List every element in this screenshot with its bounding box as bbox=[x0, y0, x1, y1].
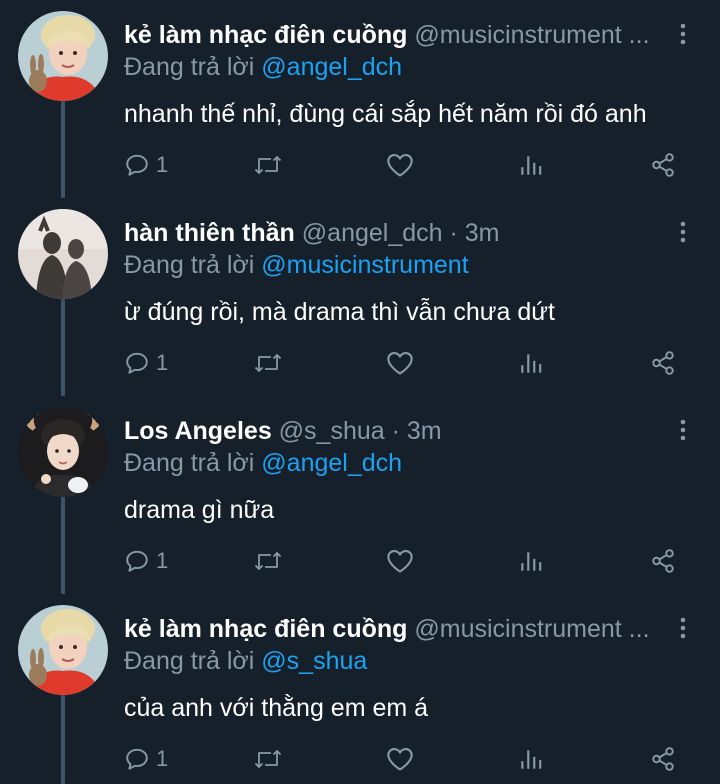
heart-icon bbox=[387, 352, 413, 375]
replying-to: Đang trả lời @angel_dch bbox=[124, 446, 402, 480]
more-options-button[interactable] bbox=[672, 20, 694, 48]
separator-dot: · bbox=[384, 417, 407, 445]
analytics-bars-icon bbox=[521, 750, 542, 769]
reply-count: 1 bbox=[156, 152, 169, 177]
more-vertical-icon bbox=[680, 617, 686, 639]
display-name[interactable]: Los Angeles bbox=[124, 417, 272, 445]
tweet-text: nhanh thế nhỉ, đùng cái sắp hết năm rồi … bbox=[124, 100, 647, 128]
timestamp[interactable]: 3m bbox=[407, 417, 442, 445]
replying-to: Đang trả lời @angel_dch bbox=[124, 50, 402, 84]
user-handle[interactable]: @angel_dch bbox=[302, 219, 443, 247]
reply-button[interactable]: 1 bbox=[124, 148, 168, 182]
retweet-icon bbox=[254, 156, 282, 174]
tweet-header: Los Angeles @s_shua · 3m bbox=[124, 414, 669, 448]
tweet[interactable]: hàn thiên thần @angel_dch · 3m Đang trả … bbox=[0, 198, 720, 396]
analytics-bars-icon bbox=[521, 156, 542, 175]
replying-to-label: Đang trả lời bbox=[124, 251, 262, 279]
share-icon bbox=[652, 747, 674, 771]
tweet-header: kẻ làm nhạc điên cuồng @musicinstrument … bbox=[124, 18, 669, 52]
thread-line bbox=[61, 695, 65, 784]
thread-line bbox=[61, 101, 65, 198]
user-handle[interactable]: @s_shua bbox=[279, 417, 385, 445]
share-button[interactable] bbox=[650, 742, 676, 776]
reply-button[interactable]: 1 bbox=[124, 544, 168, 578]
retweet-icon bbox=[254, 552, 282, 570]
retweet-button[interactable] bbox=[254, 742, 282, 776]
replying-to-label: Đang trả lời bbox=[124, 449, 262, 477]
tweet[interactable]: kẻ làm nhạc điên cuồng @musicinstrument … bbox=[0, 594, 720, 784]
analytics-button[interactable] bbox=[518, 346, 544, 380]
user-handle[interactable]: @musicinstrument ... bbox=[414, 615, 649, 643]
more-options-button[interactable] bbox=[672, 416, 694, 444]
retweet-button[interactable] bbox=[254, 148, 282, 182]
replying-to: Đang trả lời @musicinstrument bbox=[124, 248, 469, 282]
more-vertical-icon bbox=[680, 419, 686, 441]
replying-to-label: Đang trả lời bbox=[124, 53, 262, 81]
reply-bubble-icon bbox=[126, 748, 148, 770]
reply-count: 1 bbox=[156, 746, 169, 771]
share-icon bbox=[652, 351, 674, 375]
replying-to: Đang trả lời @s_shua bbox=[124, 644, 367, 678]
display-name[interactable]: kẻ làm nhạc điên cuồng bbox=[124, 21, 407, 49]
reply-to-mention[interactable]: @musicinstrument bbox=[261, 251, 468, 279]
share-button[interactable] bbox=[650, 544, 676, 578]
tweet-text: của anh với thằng em em á bbox=[124, 694, 429, 722]
tweet-text: drama gì nữa bbox=[124, 496, 275, 524]
analytics-bars-icon bbox=[521, 354, 542, 373]
heart-icon bbox=[387, 154, 413, 177]
analytics-button[interactable] bbox=[518, 544, 544, 578]
avatar[interactable] bbox=[18, 209, 108, 299]
like-button[interactable] bbox=[386, 544, 414, 578]
analytics-bars-icon bbox=[521, 552, 542, 571]
tweet[interactable]: kẻ làm nhạc điên cuồng @musicinstrument … bbox=[0, 0, 720, 198]
like-button[interactable] bbox=[386, 346, 414, 380]
reply-to-mention[interactable]: @angel_dch bbox=[261, 449, 402, 477]
timestamp[interactable]: 3m bbox=[465, 219, 500, 247]
reply-button[interactable]: 1 bbox=[124, 742, 168, 776]
like-button[interactable] bbox=[386, 148, 414, 182]
separator-dot: · bbox=[442, 219, 465, 247]
share-button[interactable] bbox=[650, 148, 676, 182]
thread-line bbox=[61, 497, 65, 594]
analytics-button[interactable] bbox=[518, 148, 544, 182]
replying-to-label: Đang trả lời bbox=[124, 647, 262, 675]
reply-count: 1 bbox=[156, 350, 169, 375]
reply-bubble-icon bbox=[126, 352, 148, 374]
display-name[interactable]: kẻ làm nhạc điên cuồng bbox=[124, 615, 407, 643]
more-vertical-icon bbox=[680, 221, 686, 243]
more-options-button[interactable] bbox=[672, 218, 694, 246]
tweet-text: ừ đúng rồi, mà drama thì vẫn chưa dứt bbox=[124, 298, 555, 326]
retweet-button[interactable] bbox=[254, 544, 282, 578]
heart-icon bbox=[387, 550, 413, 573]
retweet-icon bbox=[254, 750, 282, 768]
avatar[interactable] bbox=[18, 605, 108, 695]
avatar[interactable] bbox=[18, 11, 108, 101]
reply-bubble-icon bbox=[126, 550, 148, 572]
thread-line bbox=[61, 299, 65, 396]
tweet-header: hàn thiên thần @angel_dch · 3m bbox=[124, 216, 669, 250]
user-handle[interactable]: @musicinstrument ... bbox=[414, 21, 649, 49]
avatar[interactable] bbox=[18, 407, 108, 497]
reply-button[interactable]: 1 bbox=[124, 346, 168, 380]
retweet-button[interactable] bbox=[254, 346, 282, 380]
retweet-icon bbox=[254, 354, 282, 372]
like-button[interactable] bbox=[386, 742, 414, 776]
more-vertical-icon bbox=[680, 23, 686, 45]
display-name[interactable]: hàn thiên thần bbox=[124, 219, 295, 247]
share-button[interactable] bbox=[650, 346, 676, 380]
share-icon bbox=[652, 549, 674, 573]
more-options-button[interactable] bbox=[672, 614, 694, 642]
reply-to-mention[interactable]: @angel_dch bbox=[261, 53, 402, 81]
heart-icon bbox=[387, 748, 413, 771]
reply-count: 1 bbox=[156, 548, 169, 573]
analytics-button[interactable] bbox=[518, 742, 544, 776]
tweet-header: kẻ làm nhạc điên cuồng @musicinstrument … bbox=[124, 612, 669, 646]
reply-to-mention[interactable]: @s_shua bbox=[261, 647, 367, 675]
reply-bubble-icon bbox=[126, 154, 148, 176]
tweet[interactable]: Los Angeles @s_shua · 3m Đang trả lời @a… bbox=[0, 396, 720, 594]
share-icon bbox=[652, 153, 674, 177]
